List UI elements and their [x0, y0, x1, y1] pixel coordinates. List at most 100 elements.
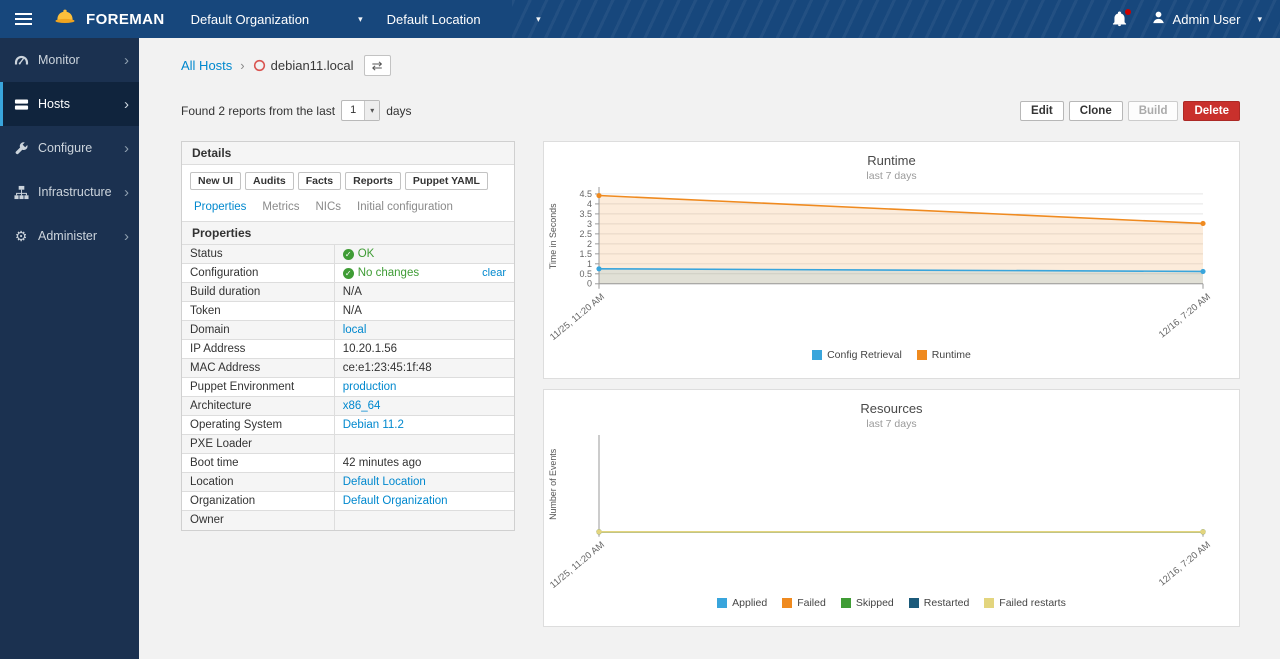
- foreman-brand[interactable]: FOREMAN: [46, 6, 179, 32]
- chart-title: Runtime: [544, 153, 1239, 168]
- breadcrumb-separator: ›: [240, 58, 244, 73]
- charts-column: Runtimelast 7 days00.511.522.533.544.511…: [543, 141, 1240, 627]
- sidebar-item-label: Monitor: [38, 53, 80, 67]
- legend-item-applied[interactable]: Applied: [717, 597, 767, 609]
- property-link[interactable]: production: [343, 381, 397, 393]
- breadcrumb-all-hosts-link[interactable]: All Hosts: [181, 58, 232, 73]
- property-link[interactable]: Default Location: [343, 476, 426, 488]
- svg-text:3: 3: [587, 219, 592, 229]
- ok-check-icon: ✓: [343, 249, 354, 260]
- table-row: Puppet Environmentproduction: [182, 378, 514, 397]
- property-value: local: [335, 321, 514, 339]
- clear-link[interactable]: clear: [482, 267, 506, 279]
- table-row: Owner: [182, 511, 514, 530]
- sidebar-item-monitor[interactable]: Monitor›: [0, 38, 139, 82]
- clone-button[interactable]: Clone: [1069, 101, 1123, 121]
- detail-button-audits[interactable]: Audits: [245, 172, 294, 190]
- svg-text:11/25, 11:20 AM: 11/25, 11:20 AM: [548, 291, 607, 342]
- sidebar-item-administer[interactable]: ⚙Administer›: [0, 214, 139, 258]
- organization-selector[interactable]: Default Organization ▾: [179, 0, 375, 38]
- property-value: [335, 511, 514, 530]
- property-label: MAC Address: [182, 359, 335, 377]
- sidebar-item-configure[interactable]: Configure›: [0, 126, 139, 170]
- chart-subtitle: last 7 days: [544, 170, 1239, 182]
- svg-text:4: 4: [587, 199, 592, 209]
- legend-swatch: [909, 598, 919, 608]
- legend-item-config-retrieval[interactable]: Config Retrieval: [812, 349, 902, 361]
- property-value: ✓No changesclear: [335, 264, 514, 282]
- svg-text:4.5: 4.5: [579, 189, 592, 199]
- property-text: N/A: [343, 305, 362, 317]
- tab-nics[interactable]: NICs: [315, 201, 341, 213]
- legend-item-failed[interactable]: Failed: [782, 597, 826, 609]
- legend-item-runtime[interactable]: Runtime: [917, 349, 971, 361]
- svg-text:2: 2: [587, 239, 592, 249]
- tab-initial-configuration[interactable]: Initial configuration: [357, 201, 453, 213]
- property-link[interactable]: local: [343, 324, 367, 336]
- property-value: N/A: [335, 302, 514, 320]
- property-label: Boot time: [182, 454, 335, 472]
- sidebar-item-label: Hosts: [38, 97, 70, 111]
- svg-text:3.5: 3.5: [579, 209, 592, 219]
- detail-button-facts[interactable]: Facts: [298, 172, 341, 190]
- property-value: 10.20.1.56: [335, 340, 514, 358]
- delete-button[interactable]: Delete: [1183, 101, 1240, 121]
- caret-down-icon: ▾: [364, 101, 379, 120]
- chart-legend: Applied Failed Skipped Restarted Failed rest…: [544, 597, 1239, 609]
- notifications-bell-button[interactable]: [1098, 0, 1141, 38]
- reports-filter-bar: Found 2 reports from the last 1 ▾ days E…: [181, 100, 1240, 121]
- tab-metrics[interactable]: Metrics: [262, 201, 299, 213]
- days-filter-select[interactable]: 1 ▾: [341, 100, 380, 121]
- host-status-icon: [253, 59, 266, 72]
- legend-item-restarted[interactable]: Restarted: [909, 597, 970, 609]
- chart-title: Resources: [544, 401, 1239, 416]
- sidebar-item-label: Configure: [38, 141, 92, 155]
- gauge-icon: [13, 52, 29, 68]
- new-ui-switcher-button[interactable]: ⇄: [364, 55, 391, 76]
- detail-button-puppet-yaml[interactable]: Puppet YAML: [405, 172, 488, 190]
- svg-text:0.5: 0.5: [579, 269, 592, 279]
- svg-text:Number of Events: Number of Events: [548, 448, 558, 520]
- foreman-logo-icon: [52, 6, 78, 32]
- legend-item-skipped[interactable]: Skipped: [841, 597, 894, 609]
- property-link[interactable]: Debian 11.2: [343, 419, 404, 431]
- property-value: Default Organization: [335, 492, 514, 510]
- location-selector[interactable]: Default Location ▾: [375, 0, 553, 38]
- user-menu[interactable]: Admin User ▾: [1141, 0, 1280, 38]
- table-row: LocationDefault Location: [182, 473, 514, 492]
- brand-text: FOREMAN: [86, 11, 165, 28]
- user-icon: [1151, 10, 1166, 28]
- server-icon: [13, 96, 29, 112]
- svg-text:1: 1: [587, 259, 592, 269]
- property-link[interactable]: x86_64: [343, 400, 381, 412]
- property-link[interactable]: Default Organization: [343, 495, 448, 507]
- detail-button-new-ui[interactable]: New UI: [190, 172, 241, 190]
- property-label: Configuration: [182, 264, 335, 282]
- switch-arrows-icon: ⇄: [372, 59, 383, 72]
- location-label: Default Location: [387, 12, 481, 27]
- legend-swatch: [812, 350, 822, 360]
- table-row: TokenN/A: [182, 302, 514, 321]
- caret-down-icon: ▾: [358, 14, 363, 25]
- sidebar-item-hosts[interactable]: Hosts›: [0, 82, 139, 126]
- sidebar-item-infrastructure[interactable]: Infrastructure›: [0, 170, 139, 214]
- host-actions: Edit Clone Build Delete: [1020, 101, 1240, 121]
- breadcrumb-current-host: debian11.local: [253, 58, 354, 73]
- svg-text:1.5: 1.5: [579, 249, 592, 259]
- hamburger-menu-button[interactable]: [0, 0, 46, 38]
- property-value: 42 minutes ago: [335, 454, 514, 472]
- property-label: Organization: [182, 492, 335, 510]
- svg-text:0: 0: [587, 279, 592, 289]
- svg-text:12/16, 7:20 AM: 12/16, 7:20 AM: [1157, 291, 1213, 340]
- sidebar-item-label: Administer: [38, 229, 97, 243]
- detail-button-reports[interactable]: Reports: [345, 172, 401, 190]
- svg-text:11/25, 11:20 AM: 11/25, 11:20 AM: [548, 539, 607, 590]
- wrench-icon: [13, 140, 29, 156]
- table-row: Operating SystemDebian 11.2: [182, 416, 514, 435]
- edit-button[interactable]: Edit: [1020, 101, 1064, 121]
- build-button[interactable]: Build: [1128, 101, 1179, 121]
- legend-swatch: [717, 598, 727, 608]
- status-text: No changes: [358, 267, 419, 279]
- legend-item-failed-restarts[interactable]: Failed restarts: [984, 597, 1066, 609]
- tab-properties[interactable]: Properties: [194, 201, 246, 213]
